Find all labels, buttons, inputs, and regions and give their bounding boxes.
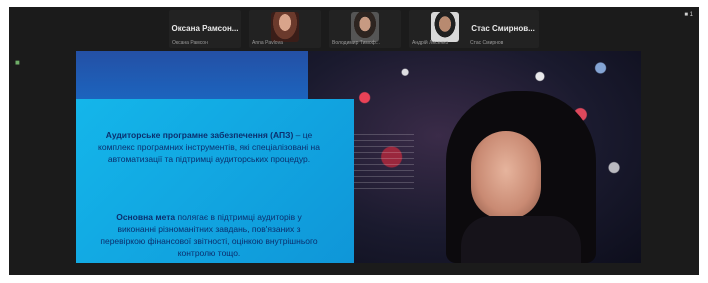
paragraph-2-term: Основна мета bbox=[116, 212, 176, 222]
participant-video bbox=[351, 12, 379, 42]
participant-caption: Андрій Лисенко bbox=[412, 40, 449, 46]
slide-photo-body bbox=[461, 216, 581, 263]
participant-caption: Стас Смирнов bbox=[470, 40, 504, 46]
participant-tile[interactable]: Володимир Тимоф... bbox=[329, 10, 401, 48]
participant-strip: Оксана Рамсон... Оксана Рамсон Anna Pavl… bbox=[9, 7, 699, 51]
paragraph-1-term: Аудиторське програмне забезпечення (АПЗ) bbox=[105, 130, 294, 140]
participant-name: Оксана Рамсон... bbox=[171, 24, 239, 33]
participant-video bbox=[431, 12, 459, 42]
slide-header-panel bbox=[76, 51, 308, 99]
participant-name: Стас Смирнов... bbox=[471, 24, 535, 33]
participant-tile[interactable]: Anna Pavlova bbox=[249, 10, 321, 48]
meeting-window: Оксана Рамсон... Оксана Рамсон Anna Pavl… bbox=[9, 7, 699, 275]
more-participants-button[interactable]: ■ 1 bbox=[684, 12, 693, 18]
participant-caption: Anna Pavlova bbox=[252, 40, 283, 46]
participant-video bbox=[271, 12, 299, 42]
side-toggle-icon[interactable]: ■ bbox=[15, 58, 20, 67]
participant-caption: Оксана Рамсон bbox=[172, 40, 208, 46]
participant-caption: Володимир Тимоф... bbox=[332, 40, 380, 46]
slide-photo-face bbox=[471, 131, 541, 219]
slide-paragraph-2: Основна мета полягає в підтримці аудитор… bbox=[98, 211, 320, 259]
shared-slide: Аудиторське програмне забезпечення (АПЗ)… bbox=[76, 51, 641, 263]
more-count: 1 bbox=[689, 12, 693, 18]
people-icon: ■ bbox=[684, 12, 688, 18]
participant-tile[interactable]: Оксана Рамсон... Оксана Рамсон bbox=[169, 10, 241, 48]
slide-paragraph-1: Аудиторське програмне забезпечення (АПЗ)… bbox=[98, 129, 320, 165]
participant-tile[interactable]: Стас Смирнов... Стас Смирнов bbox=[467, 10, 539, 48]
